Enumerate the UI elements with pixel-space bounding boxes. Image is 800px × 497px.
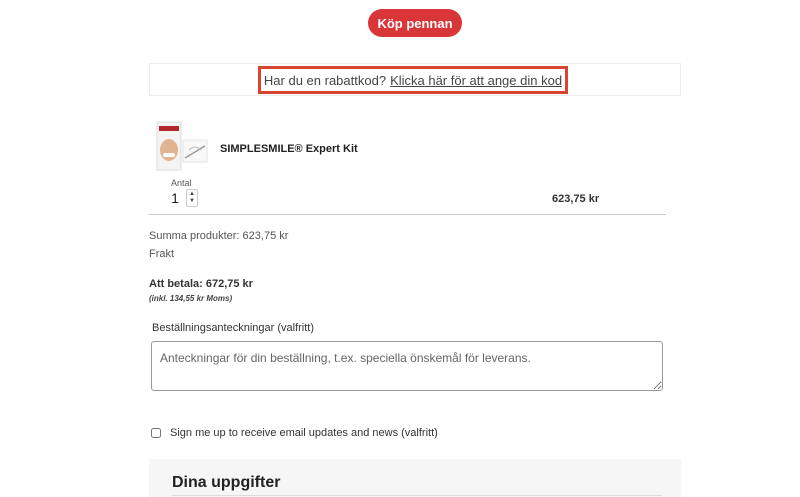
quantity-label: Antal <box>171 178 192 188</box>
products-total: Summa produkter: 623,75 kr <box>149 230 289 242</box>
amount-to-pay: Att betala: 672,75 kr <box>149 278 253 290</box>
product-name: SIMPLESMILE® Expert Kit <box>220 143 358 155</box>
quantity-spin-buttons[interactable]: ▲ ▼ <box>186 189 198 207</box>
buy-pen-button[interactable]: Köp pennan <box>368 9 462 37</box>
order-notes-label: Beställningsanteckningar (valfritt) <box>152 322 315 334</box>
newsletter-label: Sign me up to receive email updates and … <box>170 427 438 439</box>
quantity-value[interactable]: 1 <box>166 190 184 206</box>
line-price: 623,75 kr <box>552 193 600 205</box>
order-notes-field[interactable] <box>151 341 663 391</box>
divider <box>149 214 666 215</box>
quantity-stepper[interactable]: 1 ▲ ▼ <box>166 188 200 208</box>
chevron-down-icon[interactable]: ▼ <box>189 198 195 205</box>
product-image <box>156 121 208 171</box>
divider <box>172 495 662 496</box>
vat-note: (inkl. 134,55 kr Moms) <box>149 294 233 303</box>
coupon-prompt-text: Har du en rabattkod? <box>263 72 387 88</box>
newsletter-checkbox[interactable] <box>151 428 161 438</box>
newsletter-option[interactable]: Sign me up to receive email updates and … <box>151 427 438 439</box>
chevron-up-icon[interactable]: ▲ <box>189 191 195 198</box>
coupon-prompt: Har du en rabattkod? Klicka här för att … <box>258 66 568 94</box>
customer-details-title: Dina uppgifter <box>172 474 281 491</box>
coupon-link[interactable]: Klicka här för att ange din kod <box>390 73 562 88</box>
shipping-label: Frakt <box>149 248 175 260</box>
